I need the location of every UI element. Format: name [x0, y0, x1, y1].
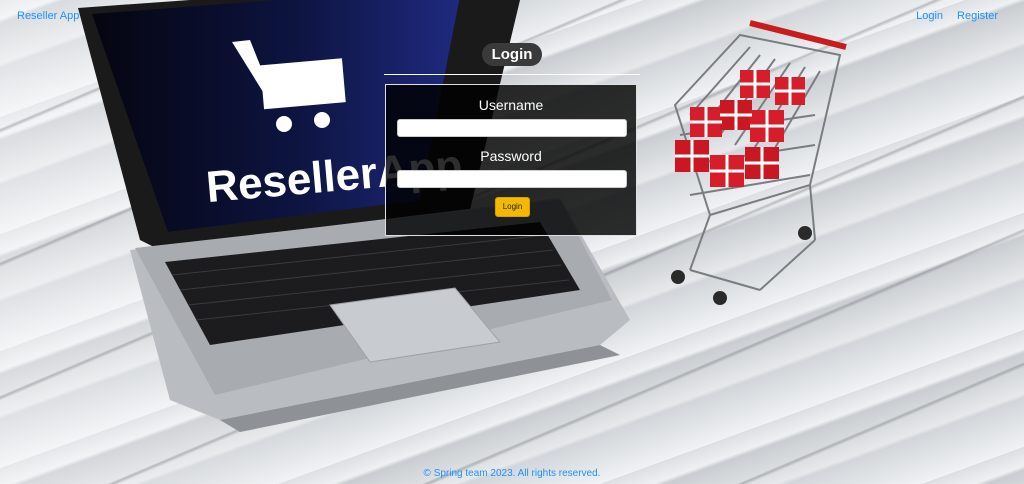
username-label: Username [478, 97, 544, 113]
password-input[interactable] [397, 170, 627, 188]
login-button[interactable]: Login [495, 197, 530, 217]
nav-login-link[interactable]: Login [916, 10, 943, 22]
page-title: Login [482, 43, 542, 66]
shopping-cart-image [671, 20, 847, 305]
footer-copyright: © Spring team 2023. All rights reserved. [423, 468, 601, 479]
page-background: ResellerApp Reseller App Login Register … [0, 0, 1024, 484]
password-label: Password [480, 148, 542, 164]
title-divider [384, 74, 640, 75]
nav-register-link[interactable]: Register [957, 10, 998, 22]
login-form: Username Password Login [385, 84, 637, 236]
username-input[interactable] [397, 119, 627, 137]
nav-brand-link[interactable]: Reseller App [17, 10, 79, 22]
nav-links: Login Register [916, 10, 998, 22]
